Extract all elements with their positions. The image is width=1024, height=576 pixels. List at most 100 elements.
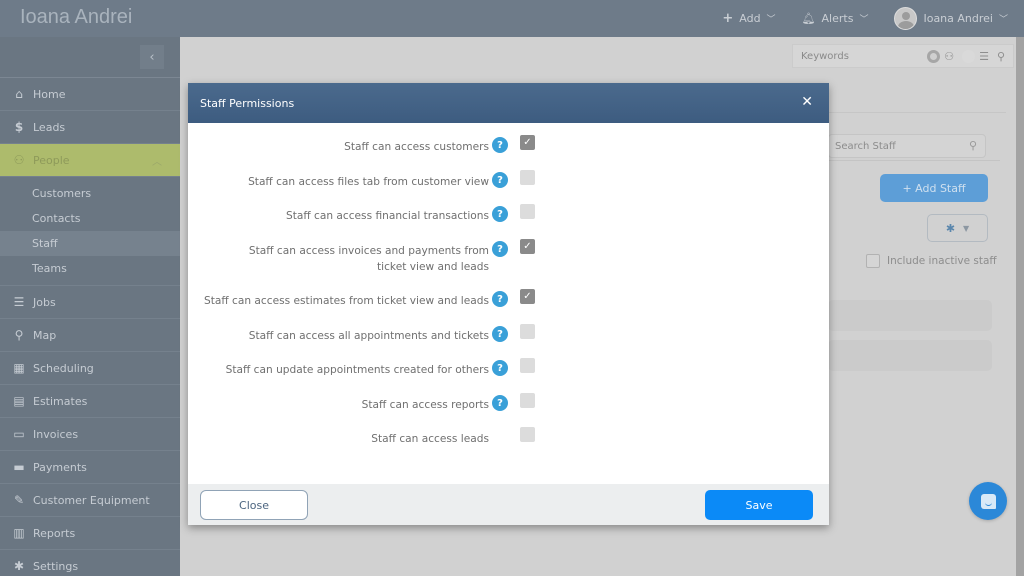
sidebar-item-invoices[interactable]: ▭ Invoices	[0, 418, 180, 451]
add-label: Add	[739, 12, 761, 25]
sidebar-item-leads[interactable]: $ Leads	[0, 111, 180, 144]
staff-row-placeholder	[828, 300, 992, 331]
sidebar-item-jobs[interactable]: ☰ Jobs	[0, 286, 180, 319]
sidebar-item-label: Invoices	[33, 427, 79, 441]
help-icon[interactable]: ?	[492, 395, 508, 411]
radio-people-selected[interactable]	[927, 49, 941, 63]
add-staff-button[interactable]: + Add Staff	[880, 174, 988, 202]
user-name: Ioana Andrei	[923, 12, 993, 25]
sidebar-item-scheduling[interactable]: ▦ Scheduling	[0, 352, 180, 385]
sidebar-item-payments[interactable]: ▬ Payments	[0, 451, 180, 484]
sidebar-subitem-customers[interactable]: Customers	[0, 181, 180, 206]
chevron-down-icon: ﹀	[998, 15, 1008, 25]
people-icon: ⚇	[944, 49, 955, 63]
sidebar-item-customer-equipment[interactable]: ✎ Customer Equipment	[0, 484, 180, 517]
keywords-input[interactable]: Keywords	[801, 51, 927, 62]
alerts-label: Alerts	[821, 12, 854, 25]
search-staff-input[interactable]: Search Staff ⚲	[828, 134, 986, 158]
page-scrollbar[interactable]	[1016, 37, 1024, 576]
permission-label: Staff can access customers	[344, 141, 489, 153]
modal-title: Staff Permissions	[200, 96, 295, 110]
permission-label: Staff can access all appointments and ti…	[248, 330, 489, 342]
help-icon[interactable]: ?	[492, 241, 508, 257]
save-button[interactable]: Save	[705, 490, 813, 520]
people-icon: ⚇	[13, 153, 25, 167]
top-header: Ioana Andrei + Add ﹀ 🔔︎ Alerts ﹀ Ioana A…	[0, 0, 1024, 37]
alerts-menu[interactable]: 🔔︎ Alerts ﹀	[802, 12, 869, 25]
sidebar-subitem-staff[interactable]: Staff	[0, 231, 180, 256]
sidebar-item-label: Map	[33, 328, 57, 342]
help-icon[interactable]: ?	[492, 137, 508, 153]
permission-checkbox[interactable]	[520, 393, 535, 408]
chevron-left-icon: ‹	[149, 49, 155, 65]
close-icon[interactable]: ✕	[801, 94, 813, 110]
keyword-filter-bar: Keywords ⚇ ☰ ⚲	[792, 44, 1014, 68]
permission-checkbox[interactable]: ✓	[520, 289, 535, 304]
sidebar-subitem-teams[interactable]: Teams	[0, 256, 180, 281]
home-icon: ⌂	[15, 87, 23, 101]
calculator-icon: ▤	[13, 394, 25, 408]
plus-icon: +	[722, 11, 734, 26]
staff-row-placeholder	[828, 340, 992, 371]
people-submenu: Customers Contacts Staff Teams	[0, 177, 180, 286]
permission-checkbox[interactable]	[520, 204, 535, 219]
sidebar-item-label: People	[33, 153, 70, 167]
permission-label: Staff can access reports	[361, 399, 489, 411]
include-inactive-toggle[interactable]: Include inactive staff	[866, 254, 997, 268]
permission-label: Staff can access leads	[371, 433, 489, 445]
search-icon: ⚲	[968, 139, 977, 152]
sidebar-item-label: Leads	[33, 120, 66, 134]
sidebar-item-label: Settings	[33, 559, 79, 573]
permission-checkbox[interactable]: ✓	[520, 135, 535, 150]
sidebar-item-label: Estimates	[33, 394, 88, 408]
bell-icon: 🔔︎	[801, 12, 816, 25]
user-menu[interactable]: Ioana Andrei ﹀	[894, 7, 1008, 30]
settings-dropdown-button[interactable]: ✱ ▼	[927, 214, 988, 242]
gear-icon: ✱	[945, 221, 956, 235]
divider	[828, 112, 1006, 113]
dollar-icon: $	[14, 120, 24, 134]
help-icon[interactable]: ?	[492, 172, 508, 188]
sidebar: ‹ ⌂ Home $ Leads ⚇ People ︿ Customers Co…	[0, 37, 180, 576]
sidebar-item-people[interactable]: ⚇ People ︿	[0, 144, 180, 177]
help-icon[interactable]: ?	[492, 206, 508, 222]
sidebar-item-label: Jobs	[33, 295, 56, 309]
permission-label: Staff can access financial transactions	[285, 210, 489, 222]
sidebar-item-home[interactable]: ⌂ Home	[0, 78, 180, 111]
permission-checkbox[interactable]	[520, 427, 535, 442]
permission-label: Staff can access invoices and payments f…	[248, 245, 489, 273]
sidebar-item-label: Reports	[33, 526, 76, 540]
add-menu[interactable]: + Add ﹀	[722, 11, 775, 26]
help-icon[interactable]: ?	[492, 326, 508, 342]
bar-chart-icon: ▥	[13, 526, 25, 540]
permission-checkbox[interactable]	[520, 170, 535, 185]
radio-list[interactable]	[962, 49, 976, 63]
brand-title: Ioana Andrei	[20, 6, 133, 28]
list-icon: ☰	[979, 49, 989, 63]
permission-checkbox[interactable]	[520, 358, 535, 373]
sidebar-item-settings[interactable]: ✱ Settings	[0, 550, 180, 576]
search-icon[interactable]: ⚲	[997, 50, 1005, 63]
top-nav: + Add ﹀ 🔔︎ Alerts ﹀ Ioana Andrei ﹀	[722, 0, 1008, 37]
permission-checkbox[interactable]: ✓	[520, 239, 535, 254]
map-pin-icon: ⚲	[14, 328, 24, 342]
chat-icon	[980, 493, 996, 509]
help-icon[interactable]: ?	[492, 360, 508, 376]
help-icon[interactable]: ?	[492, 291, 508, 307]
credit-card-icon: ▬	[13, 460, 25, 474]
sidebar-item-reports[interactable]: ▥ Reports	[0, 517, 180, 550]
sidebar-subitem-contacts[interactable]: Contacts	[0, 206, 180, 231]
include-inactive-checkbox[interactable]	[866, 254, 880, 268]
include-inactive-label: Include inactive staff	[887, 255, 997, 267]
sidebar-item-label: Payments	[33, 460, 87, 474]
close-button[interactable]: Close	[200, 490, 308, 520]
sidebar-item-map[interactable]: ⚲ Map	[0, 319, 180, 352]
sidebar-item-estimates[interactable]: ▤ Estimates	[0, 385, 180, 418]
money-icon: ▭	[13, 427, 25, 441]
calendar-icon: ▦	[13, 361, 25, 375]
collapse-sidebar-button[interactable]: ‹	[140, 45, 164, 69]
permission-checkbox[interactable]	[520, 324, 535, 339]
chat-launcher-button[interactable]	[969, 482, 1007, 520]
chevron-down-icon: ﹀	[859, 15, 869, 25]
divider	[828, 160, 1000, 161]
